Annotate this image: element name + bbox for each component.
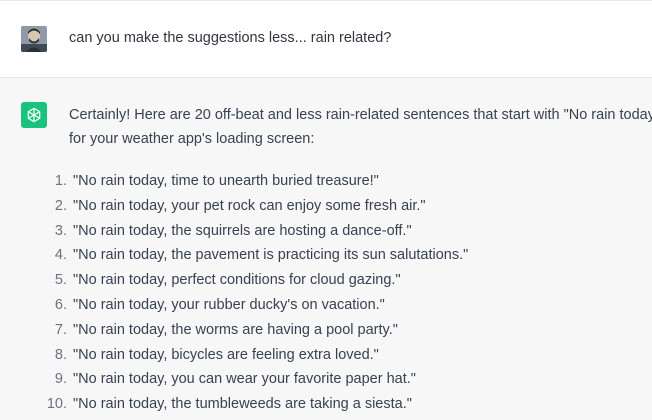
list-item-number: 8. [54, 346, 67, 363]
assistant-message-row: Certainly! Here are 20 off-beat and less… [0, 78, 652, 420]
list-item-number: 9. [54, 371, 67, 388]
list-item-text: "No rain today, the worms are having a p… [73, 321, 398, 338]
list-item-number: 3. [54, 222, 67, 239]
list-item-number: 10. [46, 396, 67, 413]
list-item-text: "No rain today, your rubber ducky's on v… [73, 296, 385, 313]
list-item-number: 1. [54, 173, 67, 189]
list-item: 5. "No rain today, perfect conditions for… [40, 268, 468, 293]
list-item-text: "No rain today, bicycles are feeling ext… [73, 346, 379, 363]
list-item-text: "No rain today, the tumbleweeds are taki… [73, 396, 412, 413]
list-item: 6. "No rain today, your rubber ducky's on… [40, 293, 468, 318]
list-item: 1. "No rain today, time to unearth buried… [40, 169, 468, 194]
suggestion-list: 1. "No rain today, time to unearth buried… [40, 169, 468, 417]
list-item-text: "No rain today, perfect conditions for c… [73, 272, 401, 289]
list-item-number: 6. [54, 296, 67, 313]
list-item-text: "No rain today, time to unearth buried t… [73, 173, 379, 189]
list-item-number: 5. [54, 272, 67, 289]
list-item-text: "No rain today, the pavement is practici… [73, 247, 469, 264]
list-item: 10. "No rain today, the tumbleweeds are t… [40, 392, 468, 417]
list-item-number: 2. [54, 197, 67, 214]
assistant-intro-line-2: for your weather app's loading screen: [69, 131, 315, 147]
list-item: 8. "No rain today, bicycles are feeling e… [40, 343, 468, 368]
list-item-number: 7. [54, 321, 67, 338]
list-item-text: "No rain today, your pet rock can enjoy … [73, 197, 426, 214]
user-message-row: can you make the suggestions less... rai… [0, 0, 652, 78]
list-item: 2. "No rain today, your pet rock can enjo… [40, 194, 468, 219]
user-avatar-icon [21, 26, 47, 52]
chat-page: can you make the suggestions less... rai… [0, 0, 652, 420]
list-item-text: "No rain today, the squirrels are hostin… [73, 222, 412, 239]
list-item: 9. "No rain today, you can wear your favo… [40, 367, 468, 392]
list-item: 4. "No rain today, the pavement is practi… [40, 243, 468, 268]
list-item: 7. "No rain today, the worms are having a… [40, 318, 468, 343]
list-item-number: 4. [54, 247, 67, 264]
assistant-intro-line-1: Certainly! Here are 20 off-beat and less… [69, 107, 652, 123]
assistant-intro: Certainly! Here are 20 off-beat and less… [69, 103, 652, 151]
openai-logo-icon [21, 102, 47, 128]
user-message-text: can you make the suggestions less... rai… [69, 30, 392, 46]
list-item: 3. "No rain today, the squirrels are host… [40, 219, 468, 244]
list-item-text: "No rain today, you can wear your favori… [73, 371, 416, 388]
